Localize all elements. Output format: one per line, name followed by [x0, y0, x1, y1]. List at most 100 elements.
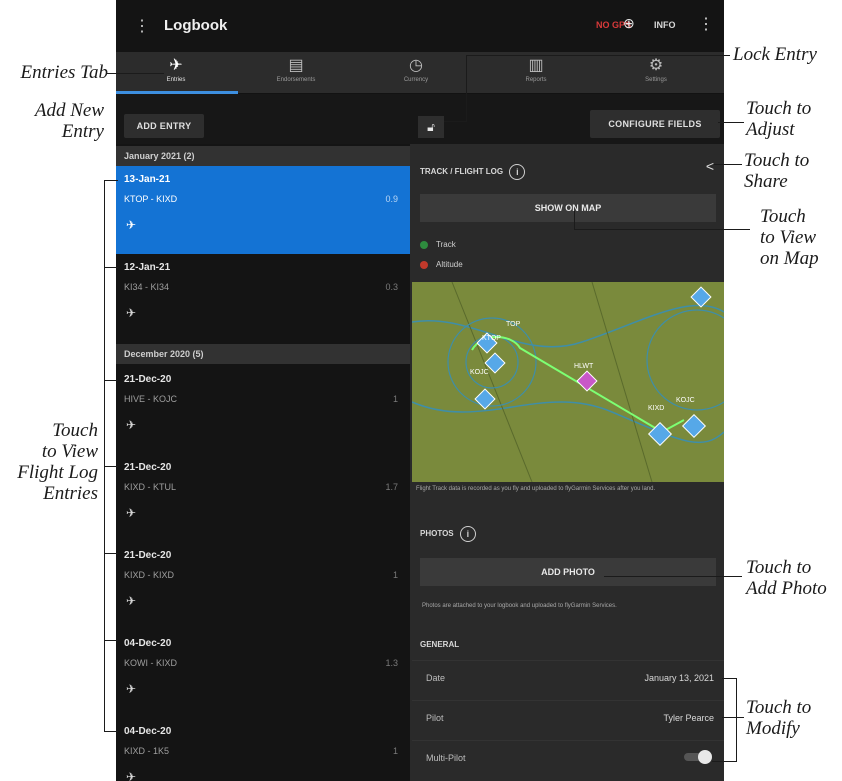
bracket-line [736, 678, 737, 762]
lock-icon[interactable]: 🔓︎ [418, 116, 444, 138]
photos-header: PHOTOS i [420, 526, 476, 542]
leader-line [736, 717, 744, 718]
list-item[interactable]: 12-Jan-21 KI34 - KI34 0.3 ✈ [116, 254, 410, 342]
legend-track-label: Track [436, 240, 456, 249]
list-item[interactable]: 13-Jan-21 KTOP - KIXD 0.9 ✈ [116, 166, 410, 254]
leader-line [106, 73, 164, 74]
airplane-icon: ✈ [126, 218, 137, 232]
toggle-knob [698, 750, 712, 764]
leader-line [718, 122, 744, 123]
bracket-tick [104, 731, 118, 732]
entry-date: 04-Dec-20 [124, 726, 172, 737]
entry-hours: 1.7 [385, 482, 398, 492]
entry-detail-pane: TRACK / FLIGHT LOG i < SHOW ON MAP Track… [411, 144, 724, 781]
list-item[interactable]: 21-Dec-20 KIXD - KIXD 1 ✈ [116, 542, 410, 630]
entry-list[interactable]: January 2021 (2) 13-Jan-21 KTOP - KIXD 0… [116, 144, 410, 781]
tab-currency[interactable]: ◷ Currency [356, 52, 476, 93]
bracket-tick [104, 640, 118, 641]
entry-route: KOWI - KIXD [124, 658, 178, 668]
list-item[interactable]: 04-Dec-20 KOWI - KIXD 1.3 ✈ [116, 630, 410, 718]
info-icon[interactable]: i [509, 164, 526, 180]
entry-hours: 0.9 [385, 194, 398, 204]
list-item[interactable]: 04-Dec-20 KIXD - 1K5 1 ✈ [116, 718, 410, 781]
field-row-date[interactable]: Date January 13, 2021 [412, 660, 724, 695]
leader-line [604, 576, 742, 577]
map-label: TOP [506, 321, 521, 328]
field-label: Multi-Pilot [426, 753, 466, 763]
entry-hours: 1 [392, 746, 398, 756]
tab-settings[interactable]: ⚙ Settings [596, 52, 716, 93]
info-status[interactable]: INFO [654, 20, 676, 30]
tab-reports[interactable]: ▥ Reports [476, 52, 596, 93]
map-svg: TOP KTOP KOJC HLWT KIXD KOJC [411, 281, 724, 483]
callout-view-on-map: Touch to View on Map [760, 206, 819, 269]
airplane-icon: ✈ [126, 770, 137, 781]
add-photo-button[interactable]: ADD PHOTO [420, 558, 716, 586]
callout-add-new-entry: Add New Entry [34, 100, 104, 142]
show-on-map-button[interactable]: SHOW ON MAP [420, 194, 716, 222]
legend-track: Track [420, 240, 456, 249]
tab-label: Settings [645, 77, 667, 83]
track-header-label: TRACK / FLIGHT LOG [420, 167, 504, 177]
map-label: KIXD [648, 405, 664, 412]
share-icon[interactable]: < [706, 158, 714, 174]
multi-pilot-toggle[interactable] [684, 750, 712, 764]
document-icon: ▤ [288, 57, 304, 74]
photos-header-label: PHOTOS [420, 529, 454, 539]
app-bar: ⋮ Logbook NO GPS ⊕ INFO ⋮ [116, 0, 724, 52]
connected-device-icon[interactable]: ⊕ [623, 15, 635, 32]
callout-lock-entry: Lock Entry [733, 44, 817, 65]
bracket-tick [104, 180, 118, 181]
list-item[interactable]: 21-Dec-20 HIVE - KOJC 1 ✈ [116, 366, 410, 454]
airplane-icon: ✈ [126, 306, 137, 320]
menu-icon[interactable]: ⋮ [134, 16, 150, 36]
photos-note: Photos are attached to your logbook and … [422, 603, 617, 609]
tab-endorsements[interactable]: ▤ Endorsements [236, 52, 356, 93]
tab-bar: ✈ Entries ▤ Endorsements ◷ Currency ▥ Re… [116, 52, 724, 93]
track-map[interactable]: TOP KTOP KOJC HLWT KIXD KOJC [411, 281, 724, 483]
clock-icon: ◷ [409, 57, 423, 74]
map-label: KOJC [676, 397, 695, 404]
add-entry-button[interactable]: ADD ENTRY [124, 114, 204, 138]
entry-route: KIXD - KIXD [124, 570, 175, 580]
callout-touch-adjust: Touch to Adjust [746, 98, 812, 140]
bracket-tick [722, 717, 737, 718]
altitude-swatch [420, 260, 428, 269]
field-value: Tyler Pearce [663, 713, 714, 723]
bracket-tick [104, 553, 118, 554]
entry-date: 21-Dec-20 [124, 374, 172, 385]
field-row-pilot[interactable]: Pilot Tyler Pearce [412, 700, 724, 735]
callout-touch-share: Touch to Share [744, 150, 810, 192]
entry-hours: 1 [392, 394, 398, 404]
field-row-multi-pilot[interactable]: Multi-Pilot [412, 740, 724, 775]
gear-icon: ⚙ [648, 57, 664, 74]
tab-label: Entries [166, 77, 186, 83]
general-header: GENERAL [420, 640, 460, 649]
callout-add-photo: Touch to Add Photo [746, 557, 827, 599]
leader-line [466, 55, 730, 56]
legend-altitude-label: Altitude [436, 260, 463, 269]
leader-line [444, 121, 467, 122]
field-label: Pilot [426, 713, 444, 723]
entry-date: 12-Jan-21 [124, 262, 171, 273]
airplane-icon: ✈ [126, 682, 137, 696]
entry-route: KTOP - KIXD [124, 194, 178, 204]
airplane-icon: ✈ [126, 506, 137, 520]
bracket-tick [104, 267, 118, 268]
callout-entries-tab: Entries Tab [20, 62, 108, 83]
entry-hours: 1.3 [385, 658, 398, 668]
tab-label: Reports [525, 77, 547, 83]
map-background [412, 282, 724, 482]
entry-date: 13-Jan-21 [124, 174, 171, 185]
list-item[interactable]: 21-Dec-20 KIXD - KTUL 1.7 ✈ [116, 454, 410, 542]
leader-line [714, 164, 742, 165]
tab-label: Currency [403, 77, 429, 83]
bracket-tick [712, 761, 737, 762]
info-icon[interactable]: i [459, 526, 476, 542]
bracket-tick [104, 466, 118, 467]
configure-fields-button[interactable]: CONFIGURE FIELDS [590, 110, 720, 138]
airplane-icon: ✈ [126, 418, 137, 432]
bracket-line [104, 180, 105, 732]
more-vert-icon[interactable]: ⋮ [698, 14, 714, 34]
airplane-icon: ✈ [126, 594, 137, 608]
